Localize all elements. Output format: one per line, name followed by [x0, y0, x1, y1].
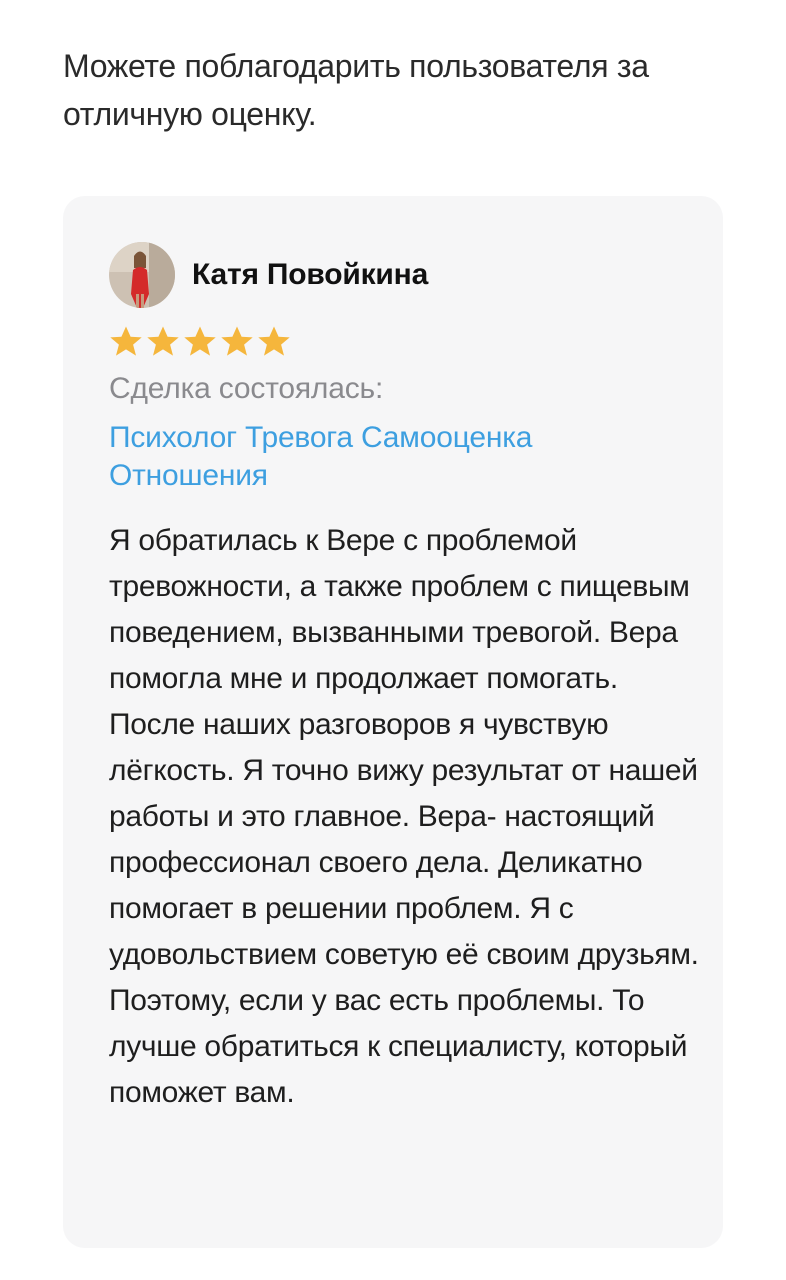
- deal-tags-link[interactable]: Психолог Тревога Самооценка Отношения: [109, 419, 669, 495]
- star-icon: [221, 326, 253, 356]
- review-author: Катя Повойкина: [109, 242, 428, 308]
- star-icon: [110, 326, 142, 356]
- star-icon: [147, 326, 179, 356]
- star-icon: [258, 326, 290, 356]
- review-card: Катя Повойкина Сделка состоялась: Психол…: [63, 196, 723, 1248]
- avatar[interactable]: [109, 242, 175, 308]
- rating-stars: [109, 325, 291, 359]
- author-name[interactable]: Катя Повойкина: [192, 258, 428, 292]
- deal-status-label: Сделка состоялась:: [109, 372, 384, 405]
- intro-message: Можете поблагодарить пользователя за отл…: [63, 48, 649, 132]
- review-text: Я обратилась к Вере с проблемой тревожно…: [109, 524, 699, 1109]
- star-icon: [184, 326, 216, 356]
